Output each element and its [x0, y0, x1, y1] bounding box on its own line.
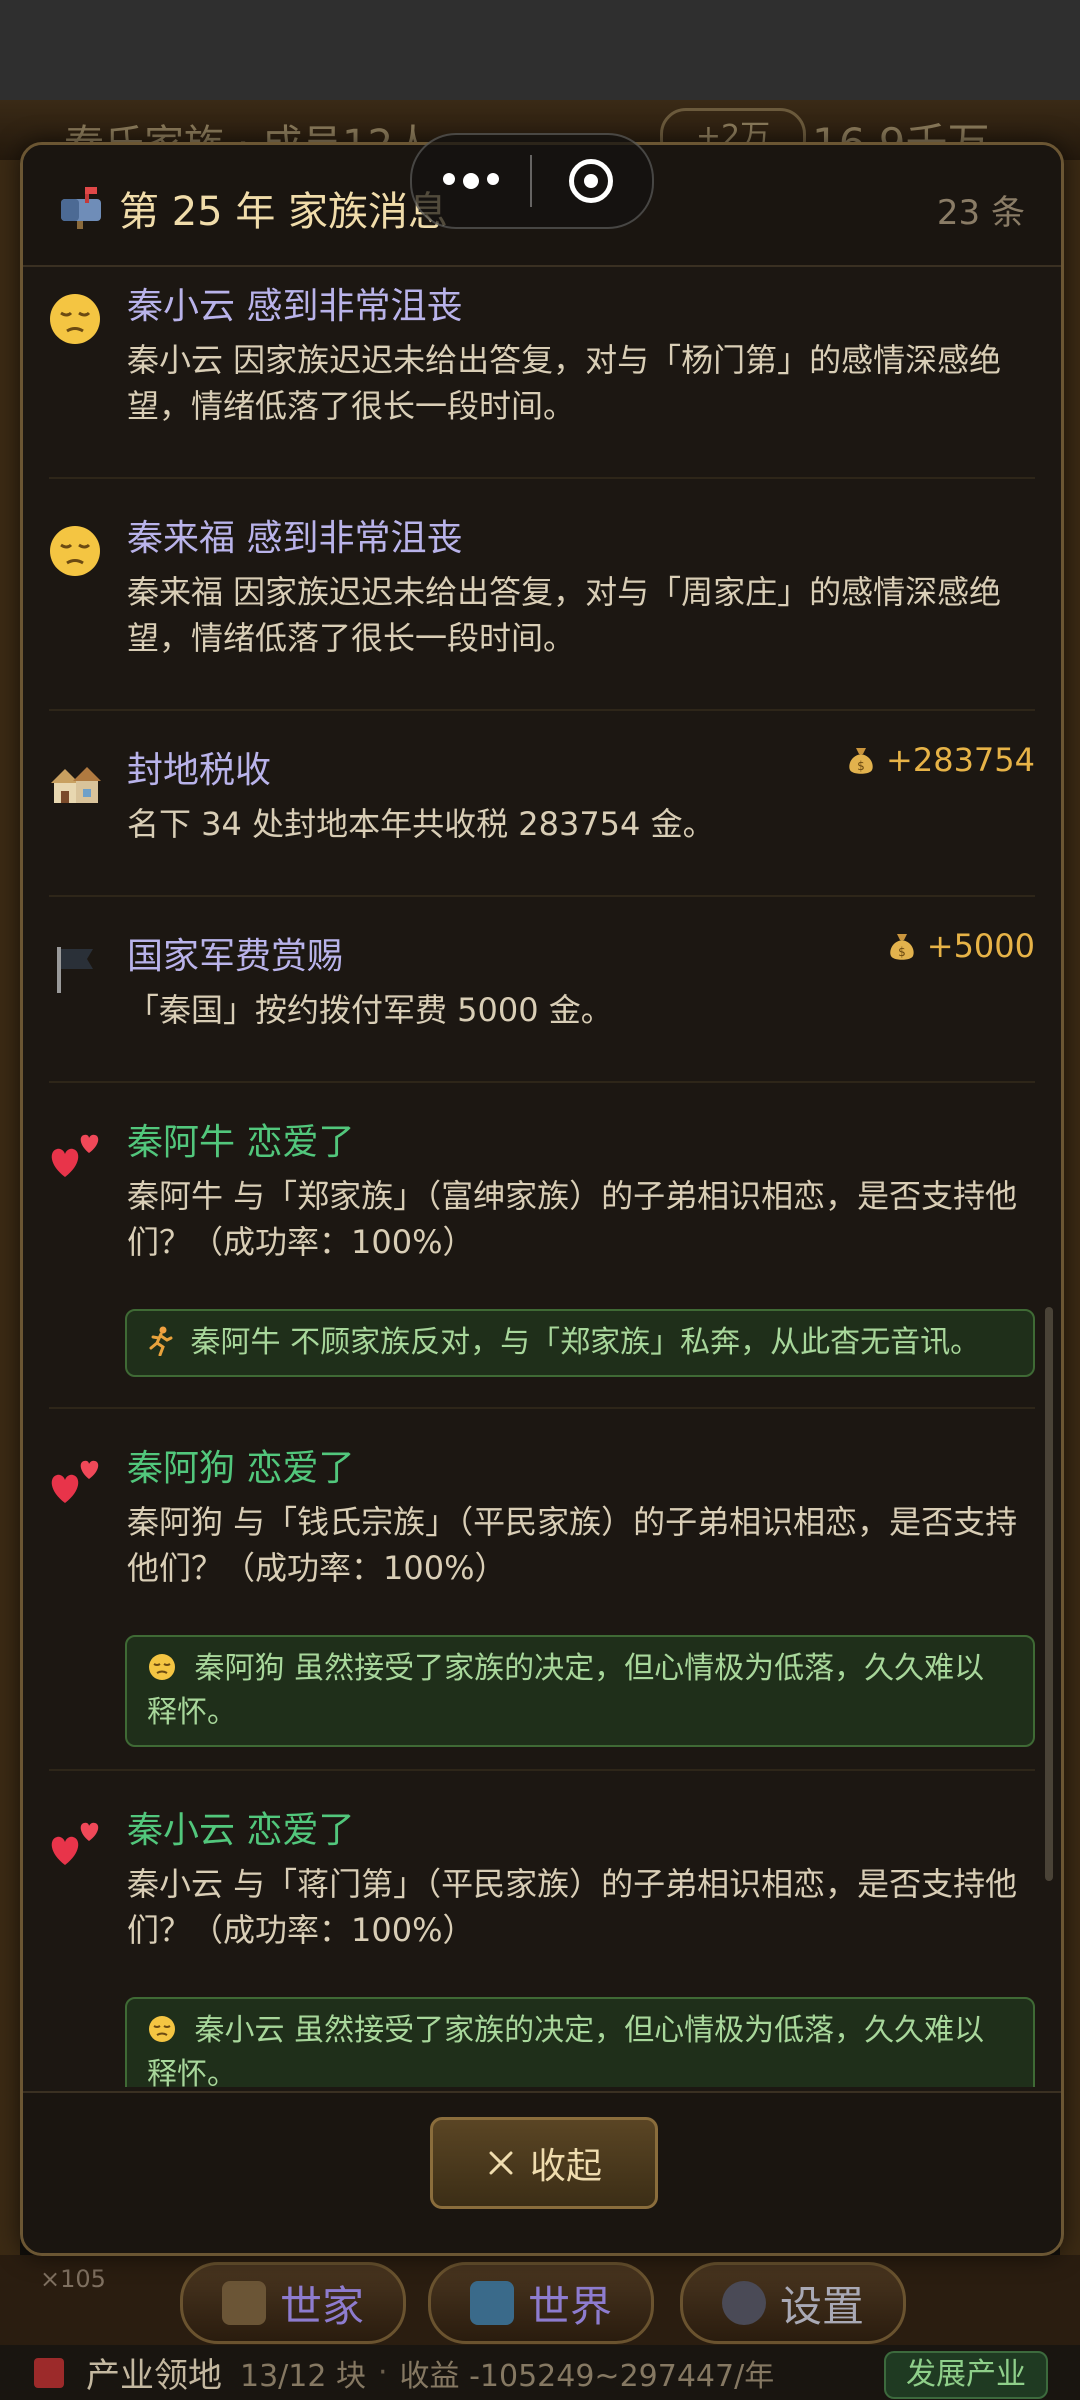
nav-button-settings[interactable]: 设置 — [680, 2262, 906, 2344]
message-title: 秦阿狗 恋爱了 — [127, 1448, 355, 1489]
income-value: +283754 — [886, 741, 1035, 779]
money-bag-icon: $ — [890, 934, 914, 960]
list-item: 国家军费赏赐 $ +5000 「秦国」按约拨付军费 5000 金。 — [23, 897, 1061, 1083]
message-body: 秦阿狗 与「钱氏宗族」（平民家族）的子弟相识相恋，是否支持他们？（成功率：100… — [127, 1503, 1018, 1587]
message-title: 秦小云 感到非常沮丧 — [127, 286, 463, 327]
industry-bar: 产业领地 13/12 块 · 收益 -105249~297447/年 发展产业 — [0, 2345, 1080, 2400]
industry-separator: · — [378, 2355, 388, 2390]
pensive-face-icon — [50, 526, 100, 576]
more-menu-icon[interactable] — [412, 173, 530, 189]
scroll-icon — [221, 2281, 266, 2325]
message-title: 封地税收 — [127, 750, 272, 791]
message-list[interactable]: 秦小云 感到非常沮丧 秦小云 因家族迟迟未给出答复，对与「杨门第」的感情深感绝望… — [23, 267, 1061, 2087]
message-body: 秦小云 与「蒋门第」（平民家族）的子弟相识相恋，是否支持他们？（成功率：100%… — [127, 1865, 1018, 1949]
money-bag-icon: $ — [849, 748, 873, 774]
svg-text:$: $ — [857, 759, 865, 773]
message-count: 23 条 — [936, 193, 1025, 233]
two-hearts-icon — [51, 1460, 99, 1503]
pensive-face-icon — [50, 294, 100, 344]
nav-label: 世家 — [279, 2281, 364, 2331]
nav-button-world[interactable]: 世界 — [428, 2262, 654, 2344]
two-hearts-icon — [51, 1134, 99, 1177]
list-item: 秦小云 恋爱了 秦小云 与「蒋门第」（平民家族）的子弟相识相恋，是否支持他们？（… — [23, 1771, 1061, 2087]
result-text: 秦阿狗 虽然接受了家族的决定，但心情极为低落，久久难以释怀。 — [147, 1651, 985, 1730]
industry-icon — [34, 2357, 64, 2388]
pensive-face-icon — [149, 2016, 175, 2042]
message-body: 秦小云 因家族迟迟未给出答复，对与「杨门第」的感情深感绝望，情绪低落了很长一段时… — [127, 341, 1002, 425]
scrollbar[interactable] — [1045, 1307, 1053, 1881]
message-body: 秦阿牛 与「郑家族」（富绅家族）的子弟相识相恋，是否支持他们？（成功率：100%… — [127, 1177, 1018, 1261]
nav-label: 设置 — [779, 2281, 864, 2331]
pensive-face-icon — [149, 1654, 175, 1680]
miniprogram-capsule — [410, 133, 654, 229]
modal-footer: 收起 — [23, 2091, 1061, 2253]
collapse-button[interactable]: 收起 — [430, 2117, 658, 2209]
message-title: 国家军费赏赐 — [127, 936, 344, 977]
two-hearts-icon — [51, 1822, 99, 1865]
collapse-label: 收起 — [529, 2146, 602, 2187]
mailbox-icon — [61, 187, 101, 229]
income-amount: $ +283754 — [846, 741, 1035, 779]
message-title: 秦小云 恋爱了 — [127, 1810, 355, 1851]
houses-icon — [51, 767, 101, 803]
exit-miniprogram-icon[interactable] — [532, 159, 650, 203]
running-person-icon — [149, 1326, 173, 1356]
income-value: +5000 — [926, 927, 1035, 965]
message-body: 秦来福 因家族迟迟未给出答复，对与「周家庄」的感情深感绝望，情绪低落了很长一段时… — [127, 573, 1002, 657]
modal-title: 第 25 年 家族消息 — [119, 189, 449, 235]
list-item: 秦小云 感到非常沮丧 秦小云 因家族迟迟未给出答复，对与「杨门第」的感情深感绝望… — [23, 267, 1061, 479]
result-text: 秦小云 虽然接受了家族的决定，但心情极为低落，久久难以释怀。 — [147, 2013, 985, 2087]
frame-left — [0, 160, 20, 2260]
list-item: 秦来福 感到非常沮丧 秦来福 因家族迟迟未给出答复，对与「周家庄」的感情深感绝望… — [23, 479, 1061, 711]
develop-industry-button[interactable]: 发展产业 — [884, 2351, 1048, 2399]
message-body: 「秦国」按约拨付军费 5000 金。 — [127, 991, 613, 1029]
decision-result: 秦阿牛 不顾家族反对，与「郑家族」私奔，从此杳无音讯。 — [125, 1309, 1035, 1377]
message-title: 秦阿牛 恋爱了 — [127, 1122, 355, 1163]
status-bar — [0, 0, 1080, 100]
income-amount: $ +5000 — [887, 927, 1035, 965]
result-text: 秦阿牛 不顾家族反对，与「郑家族」私奔，从此杳无音讯。 — [190, 1325, 981, 1360]
family-messages-modal: 第 25 年 家族消息 23 条 秦小云 感到非常沮丧 秦小云 因家族迟迟未给出… — [20, 142, 1064, 2256]
decision-result: 秦阿狗 虽然接受了家族的决定，但心情极为低落，久久难以释怀。 — [125, 1635, 1035, 1747]
map-icon — [469, 2281, 514, 2325]
message-title: 秦来福 感到非常沮丧 — [127, 518, 463, 559]
nav-button-family[interactable]: 世家 — [180, 2262, 406, 2344]
list-item: 秦阿牛 恋爱了 秦阿牛 与「郑家族」（富绅家族）的子弟相识相恋，是否支持他们？（… — [23, 1083, 1061, 1409]
list-item: 秦阿狗 恋爱了 秦阿狗 与「钱氏宗族」（平民家族）的子弟相识相恋，是否支持他们？… — [23, 1409, 1061, 1771]
nav-label: 世界 — [527, 2281, 612, 2331]
message-body: 名下 34 处封地本年共收税 283754 金。 — [127, 805, 715, 843]
industry-title: 产业领地 — [86, 2356, 222, 2396]
decision-result: 秦小云 虽然接受了家族的决定，但心情极为低落，久久难以释怀。 — [125, 1997, 1035, 2087]
black-flag-icon — [57, 947, 93, 993]
close-icon — [489, 2151, 513, 2175]
nav-counter: ×105 — [40, 2265, 106, 2293]
gear-icon — [721, 2281, 766, 2325]
industry-income: 收益 -105249~297447/年 — [399, 2358, 775, 2394]
list-item: 封地税收 $ +283754 名下 34 处封地本年共收税 283754 金。 — [23, 711, 1061, 897]
industry-count: 13/12 块 — [240, 2358, 366, 2394]
svg-text:$: $ — [898, 945, 906, 959]
